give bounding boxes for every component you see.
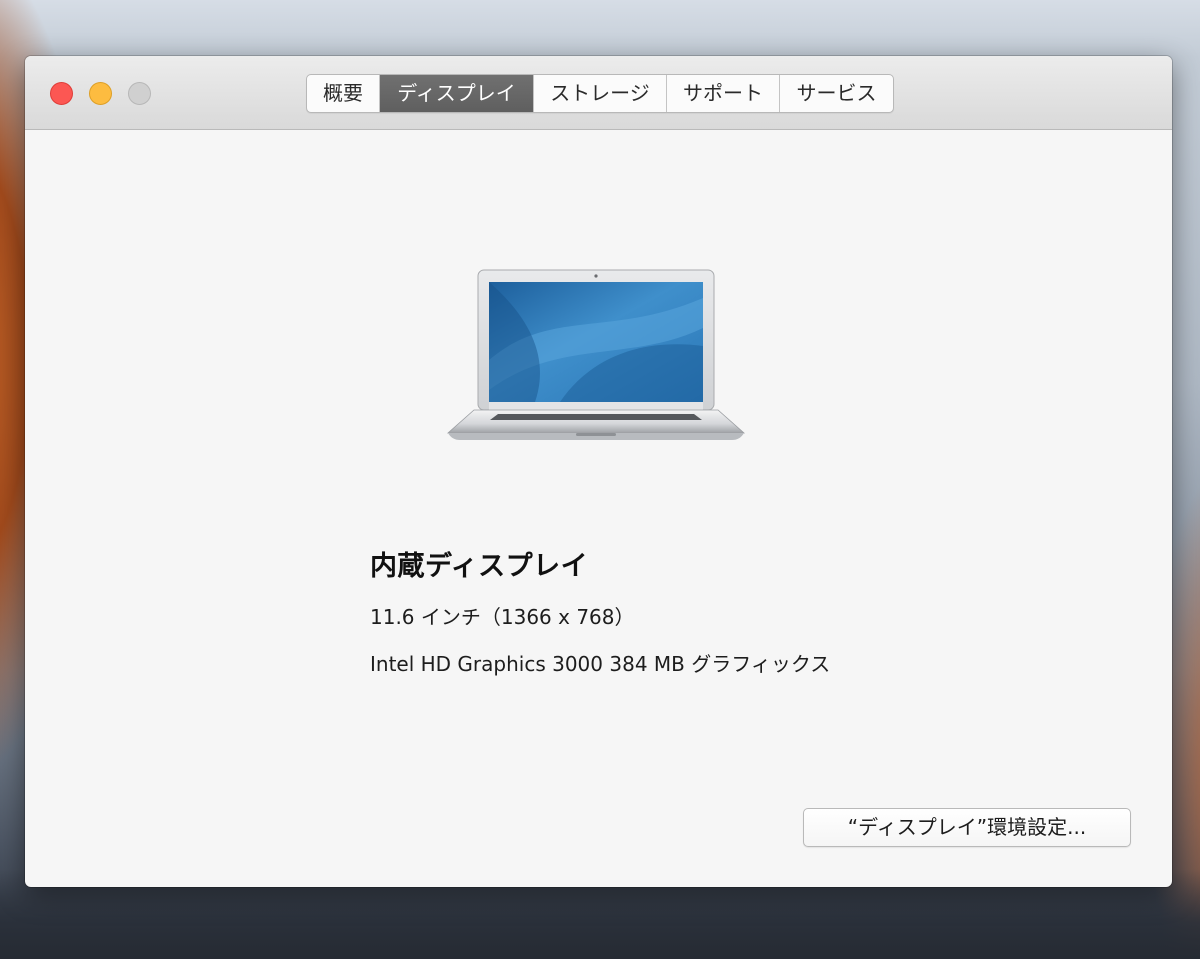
title-bar[interactable]: 概要 ディスプレイ ストレージ サポート サービス <box>25 56 1172 130</box>
about-this-mac-window: 概要 ディスプレイ ストレージ サポート サービス 内蔵ディスプレイ 11.6 … <box>25 56 1172 887</box>
close-button[interactable] <box>50 82 73 105</box>
tab-bar: 概要 ディスプレイ ストレージ サポート サービス <box>306 74 894 113</box>
graphics-info: Intel HD Graphics 3000 384 MB グラフィックス <box>370 652 831 676</box>
tab-storage[interactable]: ストレージ <box>534 75 667 112</box>
display-info: 内蔵ディスプレイ 11.6 インチ（1366 x 768） Intel HD G… <box>370 544 830 695</box>
tab-service[interactable]: サービス <box>780 75 893 112</box>
zoom-button <box>128 82 151 105</box>
minimize-button[interactable] <box>89 82 112 105</box>
display-size-resolution: 11.6 インチ（1366 x 768） <box>370 605 635 629</box>
tab-displays[interactable]: ディスプレイ <box>380 75 534 112</box>
tab-support[interactable]: サポート <box>667 75 780 112</box>
display-name: 内蔵ディスプレイ <box>370 551 589 582</box>
macbook-air-icon <box>446 269 746 440</box>
desktop-background: 概要 ディスプレイ ストレージ サポート サービス 内蔵ディスプレイ 11.6 … <box>0 0 1200 959</box>
tab-overview[interactable]: 概要 <box>307 75 380 112</box>
display-preferences-button[interactable]: “ディスプレイ”環境設定... <box>803 808 1131 847</box>
